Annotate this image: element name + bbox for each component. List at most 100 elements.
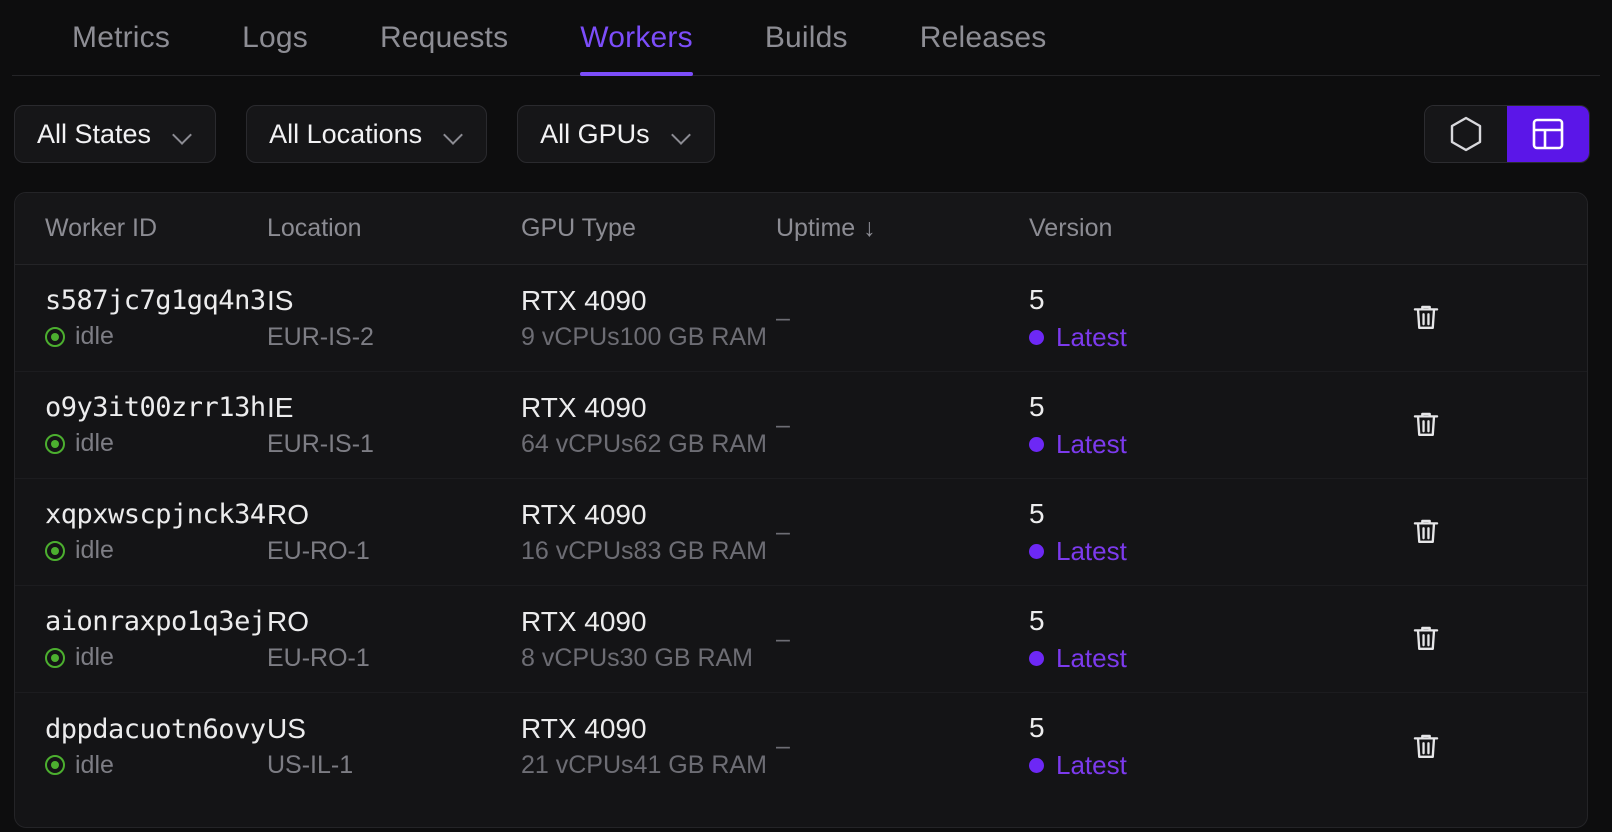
delete-worker-button[interactable] <box>1411 623 1441 655</box>
column-label: Location <box>267 214 362 242</box>
gpu-cell: RTX 4090 64 vCPUs62 GB RAM <box>521 392 776 459</box>
country-code: IE <box>267 391 294 423</box>
table-row[interactable]: dppdacuotn6ovy idle US US-IL-1 RTX 4090 … <box>15 693 1587 800</box>
tab-builds[interactable]: Builds <box>729 0 884 76</box>
gpu-filter-label: All GPUs <box>540 118 650 149</box>
tab-workers[interactable]: Workers <box>544 0 729 76</box>
location-filter-label: All Locations <box>269 118 423 149</box>
version-dot-icon <box>1029 436 1044 452</box>
tab-releases[interactable]: Releases <box>884 0 1083 76</box>
gpu-type: RTX 4090 <box>521 391 647 423</box>
region-code: EU-RO-1 <box>267 643 370 672</box>
uptime-value: – <box>776 517 790 546</box>
version-tag: Latest <box>1029 429 1359 460</box>
version-dot-icon <box>1029 329 1044 345</box>
region-code: EUR-IS-1 <box>267 429 374 458</box>
table-row[interactable]: aionraxpo1q3ej idle RO EU-RO-1 RTX 4090 … <box>15 586 1587 693</box>
uptime-value: – <box>776 303 790 332</box>
version-tag: Latest <box>1029 643 1359 674</box>
column-header-location[interactable]: Location <box>267 214 521 243</box>
gpu-specs: 8 vCPUs30 GB RAM <box>521 643 754 672</box>
card-view-button[interactable] <box>1425 106 1507 162</box>
view-toggle <box>1424 105 1590 163</box>
version-dot-icon <box>1029 543 1044 559</box>
column-label: Worker ID <box>45 214 158 242</box>
sort-descending-icon: ↓ <box>863 214 876 242</box>
location-cell: RO EU-RO-1 <box>267 499 521 566</box>
tab-label: Logs <box>242 21 308 54</box>
delete-worker-button[interactable] <box>1411 516 1441 548</box>
actions-cell <box>1359 623 1587 655</box>
column-header-version[interactable]: Version <box>1029 214 1359 243</box>
version-cell: 5 Latest <box>1029 284 1359 353</box>
tab-bar: Metrics Logs Requests Workers Builds Rel… <box>0 0 1612 76</box>
column-header-worker-id[interactable]: Worker ID <box>15 214 267 243</box>
status-idle-icon <box>45 647 65 668</box>
tab-label: Metrics <box>72 21 171 54</box>
version-tag-label: Latest <box>1056 321 1127 352</box>
chevron-down-icon <box>672 128 692 140</box>
column-header-gpu-type[interactable]: GPU Type <box>521 214 776 243</box>
state-filter-label: All States <box>37 118 152 149</box>
worker-id-cell: o9y3it00zrr13h idle <box>15 392 267 458</box>
gpu-specs: 21 vCPUs41 GB RAM <box>521 751 767 779</box>
table-view-button[interactable] <box>1507 106 1589 162</box>
worker-id: o9y3it00zrr13h <box>45 392 266 423</box>
tab-metrics[interactable]: Metrics <box>36 0 206 76</box>
worker-id-cell: dppdacuotn6ovy idle <box>15 714 267 780</box>
delete-worker-button[interactable] <box>1411 302 1441 334</box>
uptime-cell: – <box>776 411 1029 440</box>
version-tag: Latest <box>1029 322 1359 353</box>
region-code: EUR-IS-2 <box>267 322 374 351</box>
actions-cell <box>1359 409 1587 441</box>
gpu-filter[interactable]: All GPUs <box>517 105 715 163</box>
region-code: EU-RO-1 <box>267 536 370 565</box>
status-label: idle <box>75 429 114 457</box>
version-tag: Latest <box>1029 750 1359 781</box>
region-code: US-IL-1 <box>267 751 354 779</box>
version-cell: 5 Latest <box>1029 391 1359 460</box>
status-badge: idle <box>45 322 267 351</box>
gpu-type: RTX 4090 <box>521 498 647 530</box>
version-number: 5 <box>1029 283 1045 315</box>
location-cell: IS EUR-IS-2 <box>267 285 521 352</box>
table-row[interactable]: s587jc7g1gq4n3 idle IS EUR-IS-2 RTX 4090… <box>15 265 1587 372</box>
worker-id-cell: s587jc7g1gq4n3 idle <box>15 285 267 351</box>
gpu-specs: 9 vCPUs100 GB RAM <box>521 322 767 351</box>
gpu-cell: RTX 4090 21 vCPUs41 GB RAM <box>521 713 776 780</box>
workers-table: Worker ID Location GPU Type Uptime ↓ Ver… <box>14 192 1588 828</box>
version-tag-label: Latest <box>1056 535 1127 566</box>
tab-logs[interactable]: Logs <box>206 0 344 76</box>
version-number: 5 <box>1029 712 1045 743</box>
column-header-uptime[interactable]: Uptime ↓ <box>776 214 1029 243</box>
actions-cell <box>1359 516 1587 548</box>
version-number: 5 <box>1029 390 1045 422</box>
status-badge: idle <box>45 643 267 672</box>
table-icon <box>1532 118 1564 150</box>
country-code: RO <box>267 605 309 637</box>
delete-worker-button[interactable] <box>1411 409 1441 441</box>
column-label: GPU Type <box>521 214 636 242</box>
version-tag-label: Latest <box>1056 428 1127 459</box>
table-row[interactable]: xqpxwscpjnck34 idle RO EU-RO-1 RTX 4090 … <box>15 479 1587 586</box>
table-header-row: Worker ID Location GPU Type Uptime ↓ Ver… <box>15 193 1587 265</box>
country-code: US <box>267 713 306 744</box>
gpu-type: RTX 4090 <box>521 605 647 637</box>
status-label: idle <box>75 750 114 779</box>
gpu-cell: RTX 4090 16 vCPUs83 GB RAM <box>521 499 776 566</box>
status-badge: idle <box>45 536 267 565</box>
uptime-value: – <box>776 624 790 653</box>
delete-worker-button[interactable] <box>1411 731 1441 763</box>
trash-icon <box>1413 412 1439 437</box>
version-tag: Latest <box>1029 536 1359 567</box>
status-label: idle <box>75 322 114 350</box>
location-filter[interactable]: All Locations <box>246 105 488 163</box>
version-dot-icon <box>1029 758 1044 773</box>
worker-id: xqpxwscpjnck34 <box>45 499 266 530</box>
table-row[interactable]: o9y3it00zrr13h idle IE EUR-IS-1 RTX 4090… <box>15 372 1587 479</box>
location-cell: US US-IL-1 <box>267 713 521 780</box>
worker-id: aionraxpo1q3ej <box>45 606 266 637</box>
state-filter[interactable]: All States <box>14 105 217 163</box>
filter-bar: All States All Locations All GPUs <box>0 76 1612 192</box>
tab-requests[interactable]: Requests <box>344 0 544 76</box>
